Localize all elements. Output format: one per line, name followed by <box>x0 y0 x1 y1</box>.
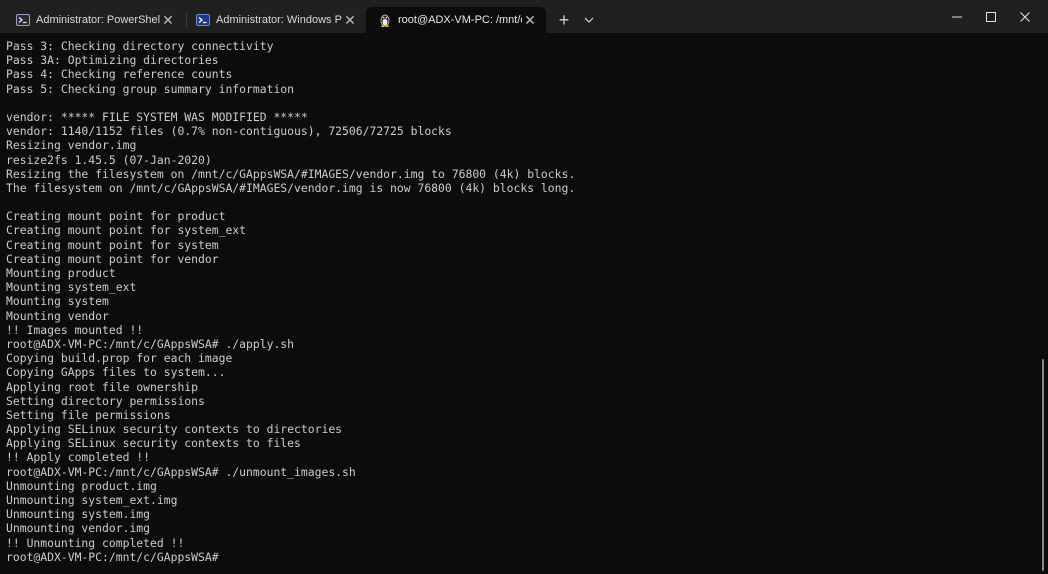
terminal-line: Creating mount point for product <box>6 209 226 224</box>
terminal-line: Setting directory permissions <box>6 393 205 408</box>
terminal-line: Unmounting product.img <box>6 478 157 493</box>
terminal-line: Applying root file ownership <box>6 379 199 394</box>
close-tab-icon[interactable]: ✕ <box>522 12 538 28</box>
terminal-line: Pass 4: Checking reference counts <box>6 67 233 82</box>
linux-penguin-icon <box>378 13 392 27</box>
maximize-button[interactable] <box>974 0 1008 33</box>
tab-dropdown-button[interactable] <box>578 7 600 33</box>
terminal-line: Creating mount point for vendor <box>6 251 219 266</box>
maximize-icon <box>986 11 996 22</box>
minimize-button[interactable] <box>940 0 974 33</box>
terminal-line: root@ADX-VM-PC:/mnt/c/GAppsWSA# <box>6 549 226 564</box>
terminal-line: Resizing vendor.img <box>6 138 137 153</box>
terminal-line: resize2fs 1.45.5 (07-Jan-2020) <box>6 152 212 167</box>
tab-label: Administrator: PowerShell <box>36 14 160 26</box>
tab-windows-powershell[interactable]: Administrator: Windows PowerShell ✕ <box>184 7 366 33</box>
terminal-line: Setting file permissions <box>6 407 171 422</box>
chevron-down-icon <box>584 17 594 23</box>
terminal-line: Creating mount point for system_ext <box>6 223 247 238</box>
terminal-line: Pass 3: Checking directory connectivity <box>6 39 274 53</box>
terminal-line: Pass 5: Checking group summary informati… <box>6 81 295 96</box>
terminal-line: Mounting system_ext <box>6 280 137 295</box>
terminal-line: Applying SELinux security contexts to fi… <box>6 436 301 451</box>
close-tab-icon[interactable]: ✕ <box>160 12 176 28</box>
terminal-lines: Pass 3: Checking directory connectivity P… <box>6 39 575 564</box>
terminal-output[interactable]: Pass 3: Checking directory connectivity P… <box>0 33 1040 574</box>
terminal-line: root@ADX-VM-PC:/mnt/c/GAppsWSA# ./apply.… <box>6 336 295 351</box>
terminal-line: Mounting product <box>6 266 116 280</box>
terminal-line: vendor: ***** FILE SYSTEM WAS MODIFIED *… <box>6 109 308 124</box>
terminal-line: Mounting vendor <box>6 308 109 323</box>
terminal-line: Copying build.prop for each image <box>6 351 233 366</box>
terminal-line: Unmounting vendor.img <box>6 521 151 536</box>
title-bar: Administrator: PowerShell ✕ Administrato… <box>0 0 1048 33</box>
terminal-line: The filesystem on /mnt/c/GAppsWSA/#IMAGE… <box>6 180 576 195</box>
terminal-line: Applying SELinux security contexts to di… <box>6 422 343 437</box>
minimize-icon <box>952 16 962 17</box>
tab-label: root@ADX-VM-PC: /mnt/c/GAppsWSA <box>398 14 522 26</box>
scrollbar-thumb[interactable] <box>1042 359 1044 571</box>
tab-powershell[interactable]: Administrator: PowerShell ✕ <box>4 7 184 33</box>
terminal-line: Creating mount point for system <box>6 237 219 252</box>
tab-label: Administrator: Windows PowerShell <box>216 14 342 26</box>
new-tab-button[interactable]: + <box>552 7 576 33</box>
powershell-icon <box>16 13 30 27</box>
close-button[interactable] <box>1008 0 1042 33</box>
terminal-line: !! Apply completed !! <box>6 450 151 465</box>
terminal-line: Unmounting system.img <box>6 507 151 522</box>
terminal-line: root@ADX-VM-PC:/mnt/c/GAppsWSA# ./unmoun… <box>6 464 356 479</box>
terminal-line: !! Unmounting completed !! <box>6 535 185 550</box>
terminal-line: !! Images mounted !! <box>6 322 144 337</box>
scrollbar[interactable] <box>1040 33 1048 574</box>
terminal-line: vendor: 1140/1152 files (0.7% non-contig… <box>6 124 452 139</box>
tab-linux[interactable]: root@ADX-VM-PC: /mnt/c/GAppsWSA ✕ <box>366 7 546 33</box>
powershell-icon <box>196 13 210 27</box>
close-icon <box>1020 11 1030 22</box>
terminal-line: Unmounting system_ext.img <box>6 493 178 507</box>
terminal-line: Copying GApps files to system... <box>6 365 226 380</box>
close-tab-icon[interactable]: ✕ <box>342 12 358 28</box>
terminal-line: Pass 3A: Optimizing directories <box>6 53 219 68</box>
terminal-line: Mounting system <box>6 294 109 309</box>
terminal-line: Resizing the filesystem on /mnt/c/GAppsW… <box>6 166 576 181</box>
